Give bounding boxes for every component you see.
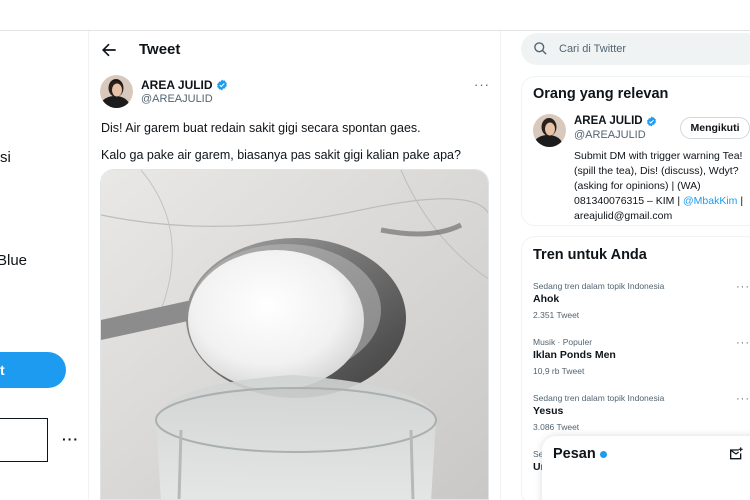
bio-line: Submit DM with trigger warning Tea! bbox=[574, 150, 743, 162]
search-input[interactable] bbox=[559, 33, 749, 65]
verified-badge-icon bbox=[646, 115, 656, 127]
tweet-button[interactable]: t bbox=[0, 352, 66, 388]
browser-top-bar bbox=[0, 0, 750, 31]
main-column: Tweet AREA JULID @AREAJULID ··· Dis! Air… bbox=[89, 31, 501, 500]
avatar[interactable] bbox=[533, 114, 566, 147]
avatar[interactable] bbox=[100, 75, 133, 108]
mention-link[interactable]: @MbakKim bbox=[683, 195, 737, 207]
trend-count: 3.086 Tweet bbox=[533, 422, 580, 432]
trend-name[interactable]: Yesus bbox=[533, 405, 563, 417]
bio-separator: | bbox=[737, 195, 744, 207]
left-sidebar: si Blue t ··· bbox=[0, 31, 89, 500]
tweet-author-name[interactable]: AREA JULID bbox=[141, 78, 228, 92]
relevant-name-text[interactable]: AREA JULID bbox=[574, 115, 643, 127]
more-icon[interactable]: ··· bbox=[474, 77, 490, 92]
more-icon[interactable]: ··· bbox=[736, 281, 750, 293]
trend-meta: Musik · Populer bbox=[533, 337, 593, 347]
more-icon[interactable]: ··· bbox=[736, 393, 750, 405]
trend-name[interactable]: Ahok bbox=[533, 293, 559, 305]
more-options-icon[interactable]: ··· bbox=[62, 431, 79, 447]
tweet-media[interactable] bbox=[100, 169, 489, 500]
messages-title-text[interactable]: Pesan bbox=[553, 446, 596, 462]
tweet-text-line: Dis! Air garem buat redain sakit gigi se… bbox=[101, 121, 421, 135]
search-bar[interactable] bbox=[521, 33, 750, 65]
following-button[interactable]: Mengikuti bbox=[680, 117, 750, 139]
messages-drawer[interactable]: Pesan bbox=[542, 436, 750, 500]
tweet-header: Tweet bbox=[89, 31, 500, 69]
trend-meta: Sedang tren dalam topik Indonesia bbox=[533, 281, 665, 291]
bio-line: (asking for opinions) | (WA) bbox=[574, 180, 701, 192]
bio-line: 081340076315 – KIM | @MbakKim | bbox=[574, 195, 743, 207]
trend-name[interactable]: Iklan Ponds Men bbox=[533, 349, 616, 361]
salt-spoon-photo bbox=[101, 170, 488, 499]
trends-title: Tren untuk Anda bbox=[533, 247, 647, 263]
tweet-author-handle[interactable]: @AREAJULID bbox=[141, 93, 213, 105]
page-title: Tweet bbox=[139, 41, 181, 58]
trend-count: 2.351 Tweet bbox=[533, 310, 580, 320]
new-message-icon[interactable] bbox=[728, 446, 744, 462]
search-icon bbox=[534, 42, 547, 55]
bio-line: (spill the tea), Dis! (discuss), Wdyt? bbox=[574, 165, 739, 177]
arrow-left-icon[interactable] bbox=[99, 40, 119, 60]
messages-title[interactable]: Pesan bbox=[553, 446, 607, 462]
relevant-people-title: Orang yang relevan bbox=[533, 86, 669, 102]
nav-item-fragment[interactable]: si bbox=[0, 149, 11, 166]
account-switcher[interactable] bbox=[0, 418, 48, 462]
relevant-user-name[interactable]: AREA JULID bbox=[574, 115, 657, 127]
bio-line: areajulid@gmail.com bbox=[574, 210, 673, 222]
verified-badge-icon bbox=[216, 79, 227, 91]
relevant-people-card: Orang yang relevan AREA JULID @AREAJULID… bbox=[521, 76, 750, 226]
more-icon[interactable]: ··· bbox=[736, 337, 750, 349]
bio-phone-text: 081340076315 – KIM | bbox=[574, 195, 683, 207]
trend-count: 10,9 rb Tweet bbox=[533, 366, 585, 376]
relevant-user-handle[interactable]: @AREAJULID bbox=[574, 129, 646, 141]
nav-item-blue[interactable]: Blue bbox=[0, 252, 27, 269]
author-name-text[interactable]: AREA JULID bbox=[141, 78, 213, 92]
tweet-text-line: Kalo ga pake air garem, biasanya pas sak… bbox=[101, 148, 461, 162]
trend-meta: Sedang tren dalam topik Indonesia bbox=[533, 393, 665, 403]
unread-dot bbox=[599, 450, 607, 458]
